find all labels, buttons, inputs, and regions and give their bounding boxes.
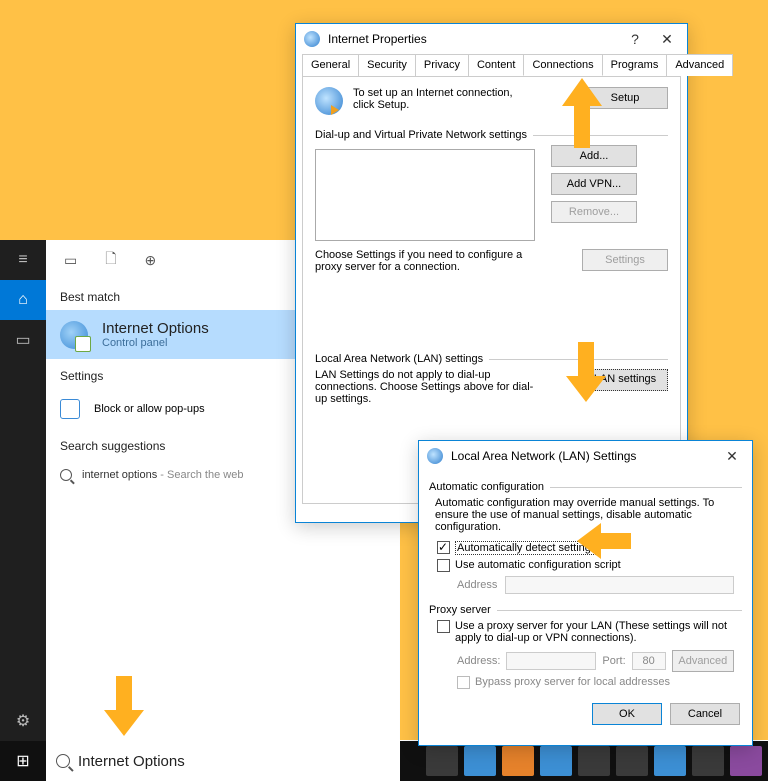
tab-programs[interactable]: Programs <box>602 54 668 76</box>
titlebar: Internet Properties ? ✕ <box>296 24 687 54</box>
filter-docs-icon[interactable]: 🗋 <box>105 248 116 272</box>
proxy-label: Proxy server <box>429 604 491 616</box>
settings-icon[interactable]: ⚙ <box>0 701 46 741</box>
filter-web-icon[interactable]: ⊕ <box>145 252 157 269</box>
taskbar-app-icon[interactable] <box>426 746 458 776</box>
auto-config-label: Automatic configuration <box>429 481 544 493</box>
lan-text: LAN Settings do not apply to dial-up con… <box>315 369 535 405</box>
script-address-field <box>505 576 734 594</box>
suggestion-suffix: - Search the web <box>157 469 243 481</box>
proxy-port-field: 80 <box>632 652 666 670</box>
tab-general[interactable]: General <box>302 54 359 76</box>
dialup-listbox[interactable] <box>315 149 535 241</box>
help-button[interactable]: ? <box>623 31 647 47</box>
divider <box>550 487 742 488</box>
proxy-address-field <box>506 652 596 670</box>
lan-label: Local Area Network (LAN) settings <box>315 353 483 365</box>
close-button[interactable]: ✕ <box>655 31 679 48</box>
taskbar-search[interactable]: Internet Options <box>46 741 400 781</box>
start-button[interactable]: ⊞ <box>0 741 46 781</box>
taskbar-app-icon[interactable] <box>654 746 686 776</box>
settings-button: Settings <box>582 249 668 271</box>
divider <box>533 135 668 136</box>
divider <box>489 359 668 360</box>
dialog-title: Internet Properties <box>328 32 615 46</box>
use-proxy-label: Use a proxy server for your LAN (These s… <box>455 620 742 644</box>
tabstrip: General Security Privacy Content Connect… <box>296 54 687 76</box>
search-icon <box>60 469 72 481</box>
connection-icon <box>315 87 343 115</box>
dialup-label: Dial-up and Virtual Private Network sett… <box>315 129 527 141</box>
setting-text: Block or allow pop-ups <box>94 403 205 415</box>
taskbar-explorer-icon[interactable] <box>502 746 534 776</box>
home-icon[interactable]: ⌂ <box>0 280 46 320</box>
proxy-address-label: Address: <box>457 655 500 667</box>
cancel-button[interactable]: Cancel <box>670 703 740 725</box>
taskbar-app-icon[interactable] <box>692 746 724 776</box>
remove-button: Remove... <box>551 201 637 223</box>
tab-advanced[interactable]: Advanced <box>666 54 733 76</box>
apps-icon[interactable]: ▭ <box>0 320 46 360</box>
intro-text: To set up an Internet connection, click … <box>353 87 513 111</box>
add-button[interactable]: Add... <box>551 145 637 167</box>
proxy-port-label: Port: <box>602 655 625 667</box>
tab-privacy[interactable]: Privacy <box>415 54 469 76</box>
choose-settings-text: Choose Settings if you need to configure… <box>315 249 545 273</box>
internet-options-icon <box>60 321 88 349</box>
taskbar: ⊞ Internet Options <box>0 741 768 781</box>
taskbar-store-icon[interactable] <box>540 746 572 776</box>
use-proxy-checkbox[interactable]: Use a proxy server for your LAN (These s… <box>429 620 742 644</box>
lan-settings-button[interactable]: LAN settings <box>582 369 668 391</box>
use-script-checkbox[interactable]: Use automatic configuration script <box>429 559 742 572</box>
advanced-button: Advanced <box>672 650 734 672</box>
filter-apps-icon[interactable]: ▭ <box>64 252 77 269</box>
use-script-label: Use automatic configuration script <box>455 559 621 571</box>
lan-settings-dialog: Local Area Network (LAN) Settings ✕ Auto… <box>418 440 753 746</box>
best-match-title: Internet Options <box>102 320 209 337</box>
tab-content[interactable]: Content <box>468 54 525 76</box>
app-icon <box>427 448 443 464</box>
ok-button[interactable]: OK <box>592 703 662 725</box>
auto-detect-checkbox[interactable]: Automatically detect settings <box>429 541 742 555</box>
popups-icon <box>60 399 80 419</box>
checkbox-icon <box>437 559 450 572</box>
app-icon <box>304 31 320 47</box>
auto-config-text: Automatic configuration may override man… <box>429 493 742 537</box>
address-label: Address <box>457 579 497 591</box>
taskbar-onenote-icon[interactable] <box>730 746 762 776</box>
setup-button[interactable]: Setup <box>582 87 668 109</box>
best-match-sub: Control panel <box>102 337 209 349</box>
bypass-label: Bypass proxy server for local addresses <box>475 676 670 688</box>
search-icon <box>56 754 70 768</box>
taskbar-app-icon[interactable] <box>616 746 648 776</box>
bypass-checkbox: Bypass proxy server for local addresses <box>429 676 742 689</box>
tab-connections[interactable]: Connections <box>523 54 602 76</box>
titlebar: Local Area Network (LAN) Settings ✕ <box>419 441 752 471</box>
search-text: Internet Options <box>78 753 185 770</box>
close-button[interactable]: ✕ <box>720 448 744 465</box>
add-vpn-button[interactable]: Add VPN... <box>551 173 637 195</box>
checkbox-icon <box>437 541 450 554</box>
divider <box>497 610 742 611</box>
checkbox-icon <box>457 676 470 689</box>
start-rail: ≡ ⌂ ▭ ⚙ ◧ <box>0 240 46 781</box>
taskbar-edge-icon[interactable] <box>464 746 496 776</box>
auto-detect-label: Automatically detect settings <box>455 541 598 555</box>
suggestion-text: internet options <box>82 469 157 481</box>
taskbar-icons <box>420 741 768 781</box>
checkbox-icon <box>437 620 450 633</box>
tab-security[interactable]: Security <box>358 54 416 76</box>
hamburger-icon[interactable]: ≡ <box>0 240 46 280</box>
taskbar-app-icon[interactable] <box>578 746 610 776</box>
dialog-title: Local Area Network (LAN) Settings <box>451 449 712 463</box>
